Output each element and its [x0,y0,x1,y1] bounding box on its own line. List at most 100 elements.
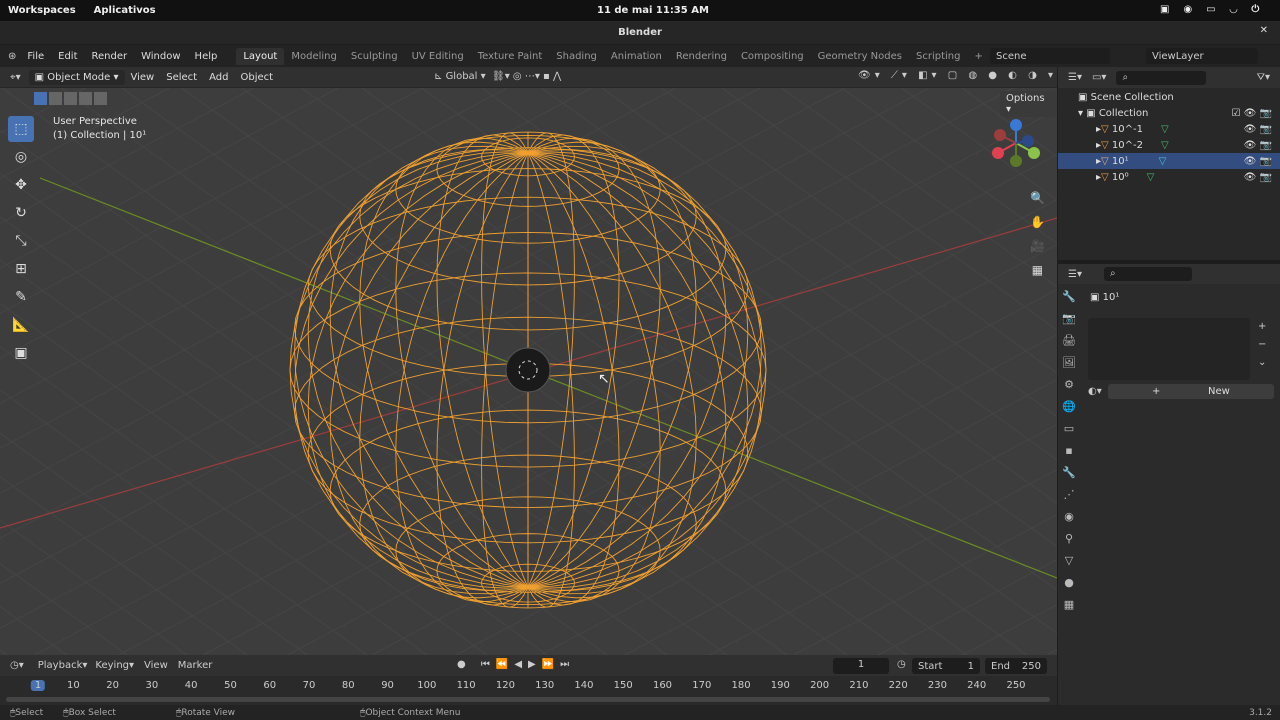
scale-tool-icon[interactable]: ⤡ [8,228,34,254]
gizmo-axis-knob[interactable] [1022,135,1034,147]
timeline-scrollbar[interactable] [6,697,1050,702]
marker-menu[interactable]: Marker [178,660,213,671]
frame-tick: 70 [302,680,316,691]
grid-line [202,199,1057,655]
outliner-search[interactable]: ⌕ [1116,70,1207,85]
sphere-edge [527,151,762,588]
cursor-tool-icon[interactable]: ◎ [8,144,34,170]
gizmo-axis-knob[interactable] [1010,119,1022,131]
start-frame-field[interactable]: Start 1 [912,658,980,674]
gizmo-axis-knob[interactable] [994,129,1006,141]
select-menu[interactable]: Select [166,72,197,83]
measure-tool-icon[interactable]: 📐 [8,312,34,338]
grid-line [0,519,188,655]
nav-gizmo-buttons[interactable]: 🔍 ✋ 🎥 ▦ [1030,186,1045,282]
mode-selector[interactable]: ▣ Object Mode ▾ [28,69,125,85]
tab-sculpting[interactable]: Sculpting [344,48,405,65]
add-cube-tool-icon[interactable]: ▣ [8,340,34,366]
shading-buttons[interactable]: 👁▾ ⟋▾ ◧▾ ▢ ◍ ● ◐ ◑ ▾ [858,70,1057,81]
view-menu[interactable]: View [144,660,168,671]
grid-line [0,88,339,269]
editor-type-icon[interactable]: ◷▾ [10,660,24,671]
frame-tick: 20 [106,680,119,691]
outliner-item[interactable]: ▸ ▽ 10⁰ ▽ 👁 📷 [1058,169,1280,185]
gizmo-axis-knob[interactable] [992,147,1004,159]
scene-collection-row[interactable]: ▣ Scene Collection [1058,89,1280,105]
apps-menu[interactable]: Aplicativos [94,5,156,16]
object-menu[interactable]: Object [240,72,273,83]
tab-texture-paint[interactable]: Texture Paint [471,48,550,65]
display-mode-icon[interactable]: ▭▾ [1092,72,1106,83]
add-menu[interactable]: Add [209,72,228,83]
tab-rendering[interactable]: Rendering [669,48,734,65]
menu-file[interactable]: File [27,51,44,62]
grid-line [0,476,248,655]
menu-render[interactable]: Render [92,51,128,62]
blender-logo-icon[interactable]: ⊛ [8,51,16,62]
view-layer-selector[interactable]: ViewLayer [1146,48,1258,64]
rotate-tool-icon[interactable]: ↻ [8,200,34,226]
view-menu[interactable]: View [131,72,155,83]
properties-tabs[interactable]: 🔧 📷 🖨 🖼 ⚙ 🌐 ▭ ▪ 🔧 ⋰ ◉ ⚲ ▽ ● ▦ [1058,286,1080,616]
status-bar: 🖱 Select 🖱 Box Select 🖱 Rotate View 🖱 Ob… [0,705,1280,720]
close-icon[interactable]: ✕ [1260,25,1268,36]
outliner-item[interactable]: ▸ ▽ 10^-1 ▽ 👁 📷 [1058,121,1280,137]
frame-tick: 250 [1006,680,1026,691]
properties-search[interactable]: ⌕ [1103,267,1192,281]
tab-shading[interactable]: Shading [549,48,604,65]
add-workspace-icon[interactable]: + [967,48,989,65]
options-button[interactable]: Options ▾ [1000,91,1057,117]
small-sphere[interactable] [505,347,551,393]
tab-animation[interactable]: Animation [604,48,669,65]
frame-tick: 80 [341,680,355,691]
frame-tick: 10 [66,680,80,691]
editor-type-icon[interactable]: ☰▾ [1068,269,1082,280]
frame-tick: 100 [417,680,437,691]
material-selector[interactable]: ◐▾ + New [1088,384,1274,399]
outliner-item-selected[interactable]: ▸ ▽ 10¹ ▽ 👁 📷 [1058,153,1280,169]
end-frame-field[interactable]: End 250 [985,658,1047,674]
sphere-edge [307,152,529,591]
current-frame-field[interactable]: 1 [833,658,889,674]
tab-compositing[interactable]: Compositing [734,48,811,65]
status-box-select: Box Select [68,707,116,718]
move-tool-icon[interactable]: ✥ [8,172,34,198]
workspaces-menu[interactable]: Workspaces [8,5,76,16]
select-tool-icon[interactable]: ⬚ [8,116,34,142]
editor-type-icon[interactable]: ☰▾ [1068,72,1082,83]
tab-uv-editing[interactable]: UV Editing [405,48,471,65]
gizmo-axis-knob[interactable] [1028,147,1040,159]
filter-icon[interactable]: ⛛▾ [1257,72,1270,83]
material-slots-list[interactable] [1088,318,1250,380]
viewport-canvas[interactable]: ↖ [0,88,1057,655]
select-mode-buttons[interactable] [34,92,107,105]
menu-edit[interactable]: Edit [58,51,77,62]
playback-controls[interactable]: ● ⏮⏪◀▶⏩⏭ [457,659,575,670]
transform-tool-icon[interactable]: ⊞ [8,256,34,282]
menu-help[interactable]: Help [195,51,218,62]
frame-tick: 40 [184,680,198,691]
collection-row[interactable]: ▾ ▣ Collection ☑ 👁 📷 [1058,105,1280,121]
grid-line [877,559,1057,655]
frame-ruler[interactable]: 1 10 20 30 40 50 60 70 80 90 100 110 120 130 140 150 160… [0,676,1057,696]
tab-geometry-nodes[interactable]: Geometry Nodes [811,48,909,65]
scene-selector[interactable]: Scene [990,48,1110,64]
new-material-button[interactable]: + New [1107,384,1274,399]
clock-icon[interactable]: ◷ [897,659,906,670]
tab-modeling[interactable]: Modeling [284,48,344,65]
menu-window[interactable]: Window [141,51,180,62]
3d-viewport[interactable]: ↖ User Perspective (1) Collection | 10¹ … [0,88,1057,655]
gizmo-axis-knob[interactable] [1010,155,1022,167]
editor-type-icon[interactable]: ⌖▾ [10,72,21,83]
slot-buttons[interactable]: + − ⌄ [1258,318,1266,372]
playback-menu[interactable]: Playback [38,660,83,671]
annotate-tool-icon[interactable]: ✎ [8,284,34,310]
tab-layout[interactable]: Layout [236,47,285,65]
orientation-selector[interactable]: ⊾ Global ▾ ⛓▾ ◎ ⋯▾ ▪ ⋀ [434,71,561,82]
outliner-item[interactable]: ▸ ▽ 10^-2 ▽ 👁 📷 [1058,137,1280,153]
tab-scripting[interactable]: Scripting [909,48,967,65]
timeline-header: ◷▾ Playback ▾ Keying ▾ View Marker ● ⏮⏪◀▶⏩… [0,655,1057,676]
tray-icons[interactable]: ▣◉▭◡⏻ [1160,4,1273,15]
clock[interactable]: 11 de mai 11:35 AM [597,5,709,16]
keying-menu[interactable]: Keying [95,660,129,671]
